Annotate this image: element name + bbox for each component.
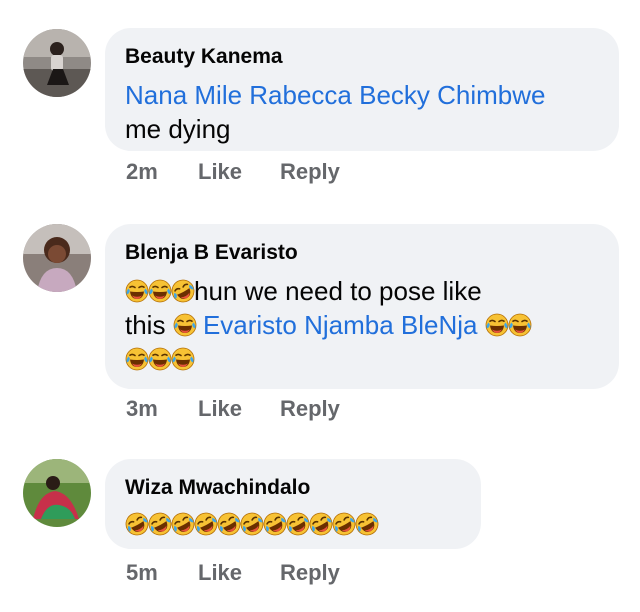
comment-text-line: this — [125, 310, 166, 340]
laughing-emoji-icon — [173, 313, 197, 337]
comment-author[interactable]: Blenja B Evaristo — [125, 240, 599, 266]
avatar[interactable] — [23, 29, 91, 97]
comment-actions: 2m Like Reply — [126, 159, 340, 185]
laughing-emoji-icon — [148, 347, 172, 371]
comment-author[interactable]: Wiza Mwachindalo — [125, 475, 461, 501]
comment-text: hun we need to pose like this Evaristo N… — [125, 274, 599, 376]
comment-actions: 3m Like Reply — [126, 396, 340, 422]
comment-bubble: Beauty Kanema Nana Mile Rabecca Becky Ch… — [105, 28, 619, 151]
comment-text-line: me dying — [125, 114, 231, 144]
comment-author[interactable]: Beauty Kanema — [125, 44, 599, 70]
laughing-emoji-icon — [508, 313, 532, 337]
comment-bubble: Blenja B Evaristo hun we need to pose li… — [105, 224, 619, 389]
comment-bubble: Wiza Mwachindalo — [105, 459, 481, 549]
like-button[interactable]: Like — [198, 396, 280, 422]
comment-text: Nana Mile Rabecca Becky Chimbwe me dying — [125, 78, 599, 146]
avatar[interactable] — [23, 459, 91, 527]
rolling-laughing-emoji-icon — [351, 508, 383, 540]
laughing-emoji-icon — [148, 279, 172, 303]
comment-text-line: hun we need to pose like — [194, 276, 482, 306]
avatar[interactable] — [23, 224, 91, 292]
comment-actions: 5m Like Reply — [126, 560, 340, 586]
reply-button[interactable]: Reply — [280, 159, 340, 185]
laughing-emoji-icon — [125, 347, 149, 371]
reply-button[interactable]: Reply — [280, 560, 340, 586]
like-button[interactable]: Like — [198, 159, 280, 185]
comment-text — [125, 509, 461, 539]
mention-link[interactable]: Evaristo Njamba BleNja — [203, 310, 478, 340]
comment-timestamp[interactable]: 2m — [126, 159, 198, 185]
like-button[interactable]: Like — [198, 560, 280, 586]
laughing-emoji-icon — [485, 313, 509, 337]
reply-button[interactable]: Reply — [280, 396, 340, 422]
laughing-emoji-icon — [171, 347, 195, 371]
mention-link[interactable]: Nana Mile Rabecca Becky Chimbwe — [125, 80, 546, 110]
comment-timestamp[interactable]: 5m — [126, 560, 198, 586]
laughing-emoji-icon — [125, 279, 149, 303]
comment-timestamp[interactable]: 3m — [126, 396, 198, 422]
